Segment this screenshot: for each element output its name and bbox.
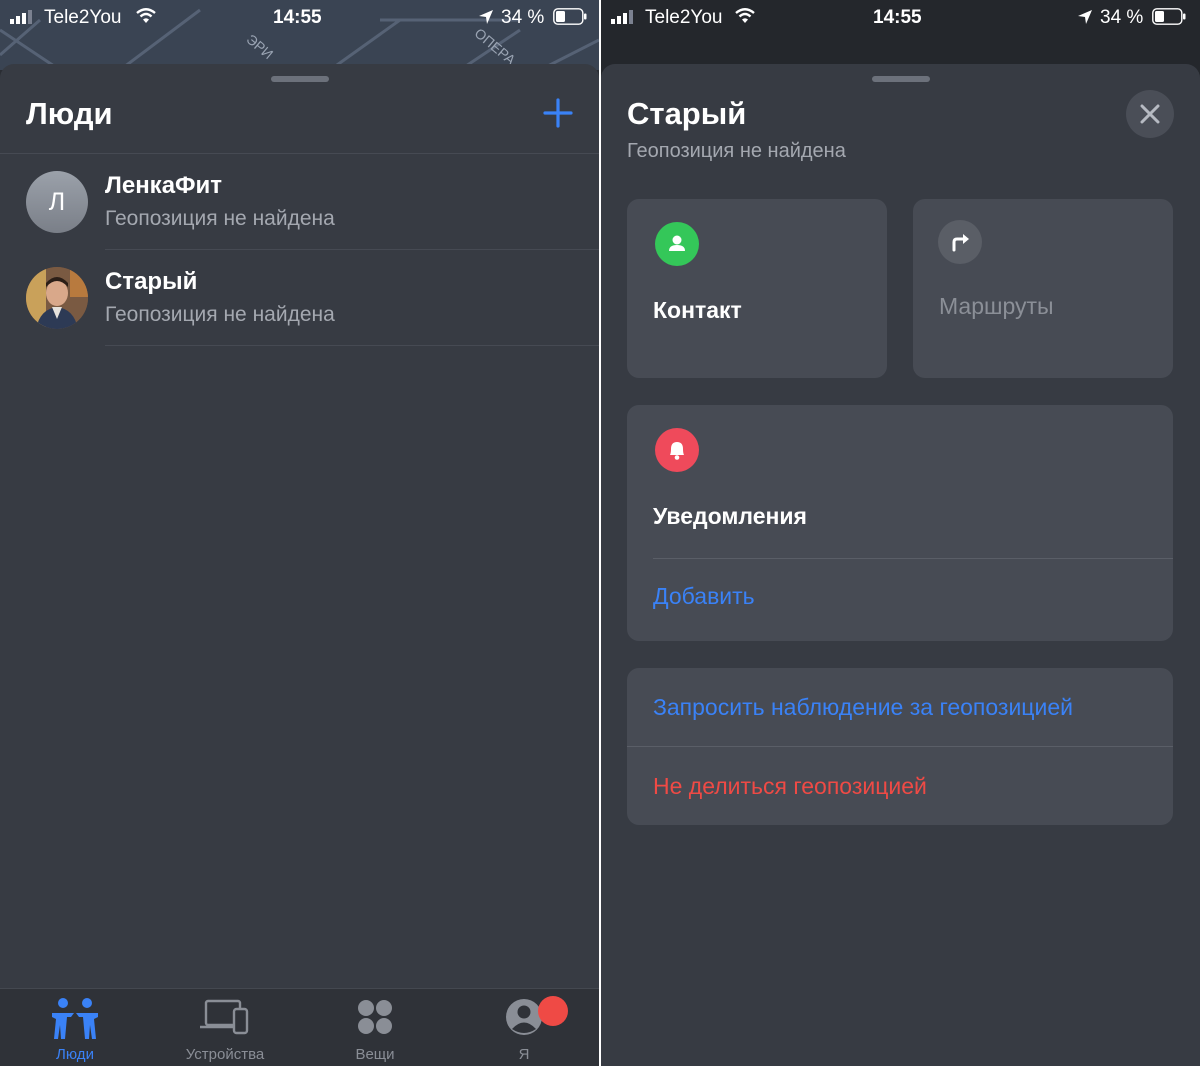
contact-icon: [655, 222, 699, 266]
page-title: Люди: [26, 96, 113, 131]
stop-sharing-link[interactable]: Не делиться геопозицией: [653, 773, 927, 800]
person-detail-screen: Tele2You 14:55 34 % Старый Геопозиция не…: [601, 0, 1200, 1066]
person-row-lenkafit[interactable]: Л ЛенкаФит Геопозиция не найдена: [0, 154, 599, 250]
location-arrow-icon: [479, 10, 493, 24]
contact-label: Контакт: [653, 297, 742, 323]
notification-badge: [538, 996, 568, 1026]
people-icon: [52, 998, 98, 1039]
status-bar: Tele2You 14:55 34 %: [601, 0, 1200, 36]
signal-icon: [611, 10, 633, 24]
clock: 14:55: [873, 7, 922, 28]
add-person-button[interactable]: [543, 98, 573, 128]
signal-icon: [10, 10, 32, 24]
tab-label: Вещи: [355, 1046, 395, 1063]
request-location-link[interactable]: Запросить наблюдение за геопозицией: [653, 694, 1073, 721]
directions-icon: [938, 220, 982, 264]
person-detail-sheet: Старый Геопозиция не найдена Контакт Мар…: [601, 64, 1200, 1066]
tab-devices[interactable]: Устройства: [150, 989, 300, 1066]
directions-card[interactable]: Маршруты: [913, 199, 1173, 378]
tab-people[interactable]: Люди: [0, 989, 150, 1066]
person-location-status: Геопозиция не найдена: [105, 303, 335, 326]
battery-percent: 34 %: [501, 7, 545, 28]
tab-items[interactable]: Вещи: [300, 989, 450, 1066]
close-icon: [1140, 104, 1160, 124]
status-bar: Tele2You 14:55 34 %: [0, 0, 599, 36]
tab-bar: Люди Устройства Вещи Я: [0, 988, 599, 1066]
wifi-icon: [136, 8, 156, 23]
divider: [653, 558, 1173, 559]
carrier-label: Tele2You: [645, 7, 723, 28]
avatar: [26, 267, 88, 329]
divider: [627, 746, 1173, 747]
location-arrow-icon: [1078, 10, 1092, 24]
person-row-stary[interactable]: Старый Геопозиция не найдена: [0, 250, 599, 346]
tab-label: Устройства: [185, 1046, 265, 1063]
notifications-label: Уведомления: [653, 503, 807, 529]
battery-icon: [1152, 8, 1186, 25]
close-button[interactable]: [1126, 90, 1174, 138]
person-title: Старый: [627, 96, 747, 131]
people-sheet: Люди Л ЛенкаФит Геопозиция не найдена Ст…: [0, 64, 599, 1066]
divider: [105, 345, 599, 346]
me-icon: [506, 999, 542, 1035]
avatar: Л: [26, 171, 88, 233]
sheet-grabber[interactable]: [270, 76, 329, 82]
carrier-label: Tele2You: [44, 7, 122, 28]
person-location-status: Геопозиция не найдена: [627, 140, 846, 162]
sheet-grabber[interactable]: [871, 76, 930, 82]
person-name: ЛенкаФит: [105, 172, 223, 199]
person-name: Старый: [105, 268, 198, 295]
battery-icon: [553, 8, 587, 25]
items-icon: [358, 1000, 392, 1034]
contact-card[interactable]: Контакт: [627, 199, 887, 378]
clock: 14:55: [273, 7, 322, 28]
person-location-status: Геопозиция не найдена: [105, 207, 335, 230]
directions-label: Маршруты: [939, 293, 1054, 319]
add-notification-link[interactable]: Добавить: [653, 583, 755, 610]
battery-percent: 34 %: [1100, 7, 1144, 28]
tab-label: Я: [518, 1046, 530, 1063]
tab-label: Люди: [56, 1046, 94, 1063]
devices-icon: [200, 999, 249, 1035]
people-screen: ЭРИ ОПЕРА Tele2You 14:55 34 % Люди Л Лен…: [0, 0, 599, 1066]
bell-icon: [655, 428, 699, 472]
wifi-icon: [735, 8, 755, 23]
location-actions-card: Запросить наблюдение за геопозицией Не д…: [627, 668, 1173, 825]
notifications-card: Уведомления Добавить: [627, 405, 1173, 641]
tab-me[interactable]: Я: [449, 989, 599, 1066]
